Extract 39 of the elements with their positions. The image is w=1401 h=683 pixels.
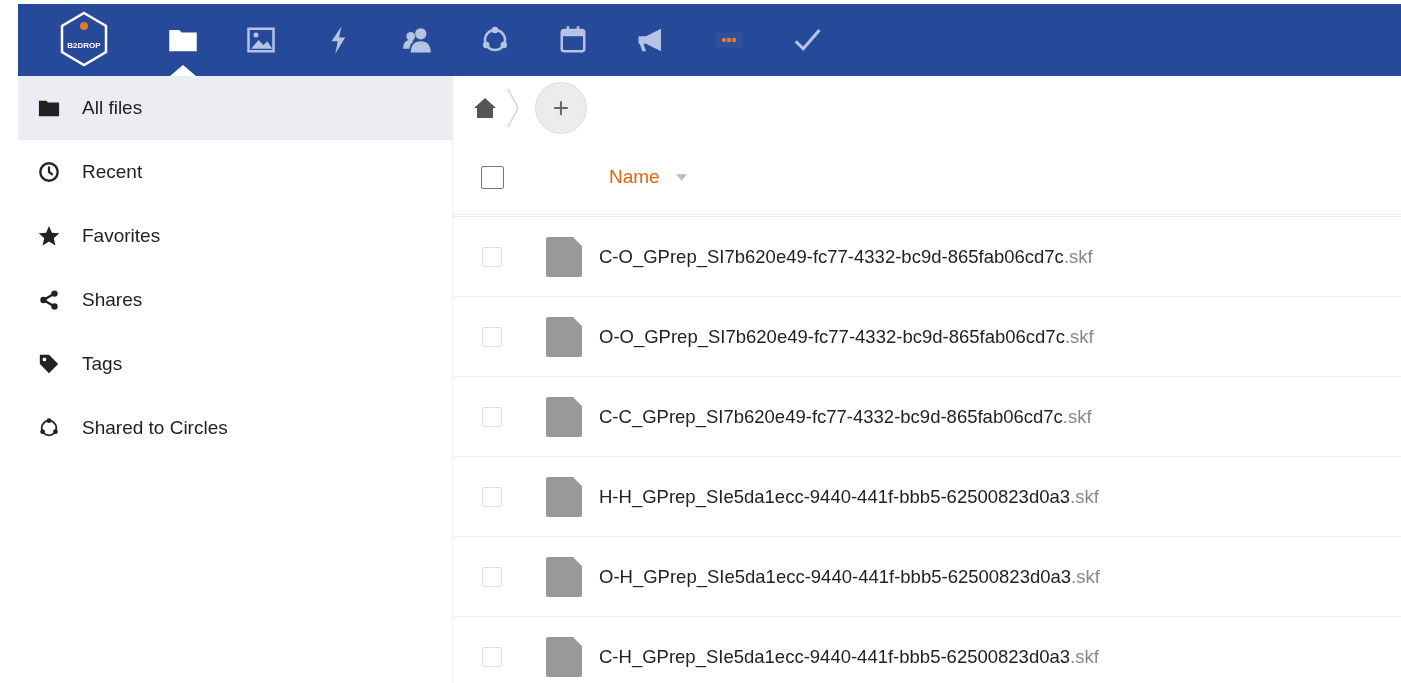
file-name[interactable]: C-C_GPrep_SI7b620e49-fc77-4332-bc9d-865fab06cd7c.skf (599, 405, 1092, 428)
name-column-header[interactable]: Name (609, 166, 660, 188)
breadcrumb-separator-icon (507, 88, 519, 128)
sidebar-item[interactable]: Favorites (18, 204, 452, 268)
row-checkbox[interactable] (482, 486, 502, 507)
clock-icon (38, 161, 60, 183)
calendar-icon (558, 25, 588, 55)
file-icon (546, 396, 582, 437)
row-checkbox[interactable] (482, 326, 502, 347)
file-icon (546, 556, 582, 597)
image-icon (246, 25, 276, 55)
sidebar-item[interactable]: Shared to Circles (18, 396, 452, 460)
file-icon (546, 476, 582, 517)
people-icon (402, 25, 432, 55)
circles-icon (38, 417, 60, 439)
sidebar-item[interactable]: Recent (18, 140, 452, 204)
file-name[interactable]: O-O_GPrep_SI7b620e49-fc77-4332-bc9d-865fab06cd7c.skf (599, 325, 1094, 348)
sidebar-item[interactable]: Tags (18, 332, 452, 396)
home-icon[interactable] (473, 96, 497, 120)
row-checkbox[interactable] (482, 566, 502, 587)
sidebar-item[interactable]: All files (18, 76, 452, 140)
select-all-checkbox[interactable] (480, 165, 504, 189)
file-icon (546, 636, 582, 677)
row-checkbox[interactable] (482, 406, 502, 427)
file-icon (546, 316, 582, 357)
sidebar-item[interactable]: Shares (18, 268, 452, 332)
file-name[interactable]: C-O_GPrep_SI7b620e49-fc77-4332-bc9d-865fab06cd7c.skf (599, 245, 1093, 268)
row-checkbox[interactable] (482, 646, 502, 667)
sort-caret-icon[interactable] (675, 173, 687, 181)
file-name[interactable]: O-H_GPrep_SIe5da1ecc-9440-441f-bbb5-62500823d0a3.skf (599, 565, 1100, 588)
tag-icon (38, 353, 60, 375)
new-button[interactable]: + (535, 82, 587, 134)
file-icon (546, 236, 582, 277)
file-name[interactable]: H-H_GPrep_SIe5da1ecc-9440-441f-bbb5-62500823d0a3.skf (599, 485, 1099, 508)
star-icon (38, 225, 60, 247)
row-checkbox[interactable] (482, 246, 502, 267)
file-name[interactable]: C-H_GPrep_SIe5da1ecc-9440-441f-bbb5-62500823d0a3.skf (599, 645, 1099, 668)
logo-text: B2DROP (67, 40, 101, 50)
share-icon (38, 289, 60, 311)
